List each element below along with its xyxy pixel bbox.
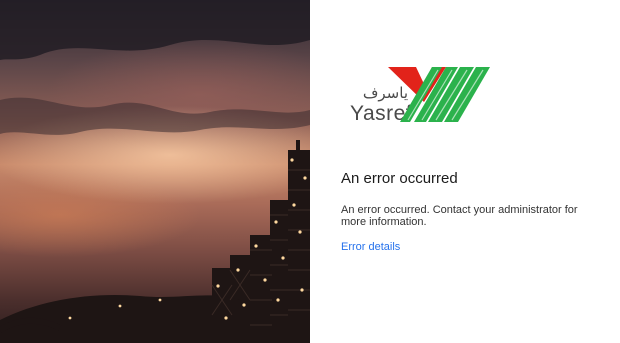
error-details-link[interactable]: Error details bbox=[341, 241, 400, 253]
company-logo: ياسرف Yasref bbox=[348, 62, 498, 126]
yasref-logo-mark-icon bbox=[388, 67, 490, 122]
page: ياسرف Yasref An error occurred An error … bbox=[0, 0, 620, 343]
sign-in-panel: ياسرف Yasref An error occurred An error … bbox=[310, 0, 620, 343]
refinery-sunset-image bbox=[0, 0, 310, 343]
error-title: An error occurred bbox=[341, 170, 458, 187]
refinery-silhouette bbox=[0, 0, 310, 343]
error-message: An error occurred. Contact your administ… bbox=[341, 204, 578, 228]
